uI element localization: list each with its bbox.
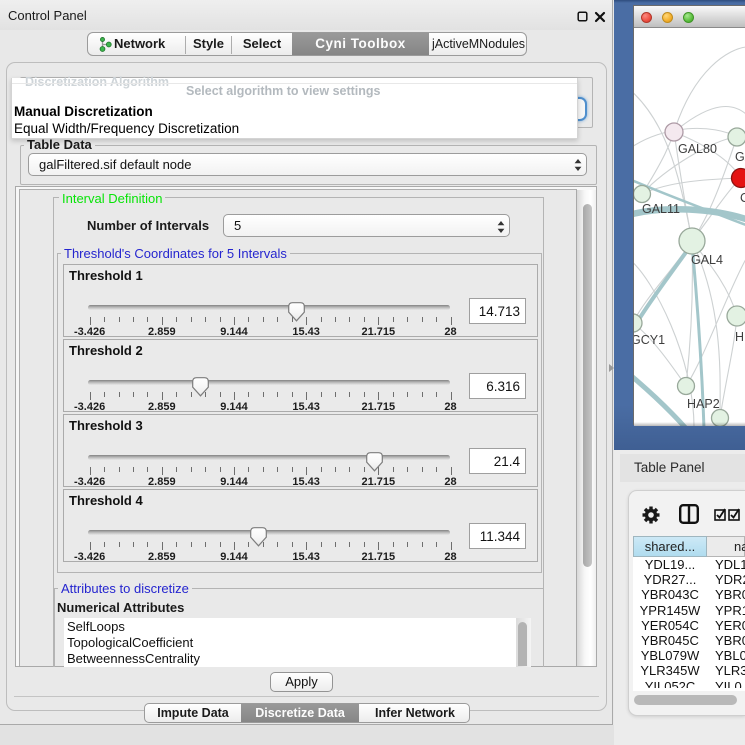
svg-text:H: H: [735, 330, 744, 344]
svg-text:C: C: [740, 191, 745, 205]
svg-text:GCY1: GCY1: [634, 333, 665, 347]
svg-text:GA: GA: [735, 150, 745, 164]
svg-text:GAL80: GAL80: [678, 142, 717, 156]
svg-text:GAL4: GAL4: [691, 253, 723, 267]
svg-text:HAP2: HAP2: [687, 397, 720, 411]
svg-text:GAL11: GAL11: [642, 202, 680, 216]
